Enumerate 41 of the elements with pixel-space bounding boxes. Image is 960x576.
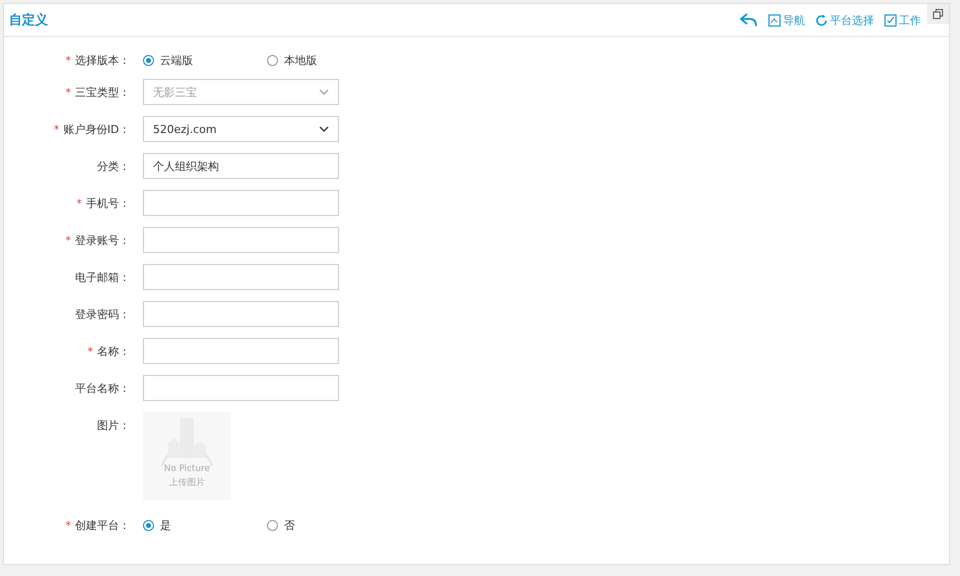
field-label: 手机号： — [86, 196, 130, 210]
field-label: 平台名称： — [75, 382, 130, 394]
required-mark: * — [66, 54, 71, 66]
field-label: 创建平台： — [75, 518, 130, 532]
image-icon — [768, 14, 781, 26]
checkbox-icon — [884, 14, 897, 26]
restore-icon[interactable] — [927, 4, 949, 24]
radio-option[interactable]: 本地版 — [267, 52, 391, 68]
input-field[interactable] — [143, 190, 339, 216]
caret-icon — [319, 89, 329, 95]
no-picture-caption: No Picture — [164, 464, 210, 474]
field-label: 登录密码： — [75, 308, 130, 320]
input-field[interactable] — [143, 338, 339, 364]
input-field[interactable] — [143, 227, 339, 253]
select-field[interactable]: 520ezj.com — [143, 116, 339, 142]
field-label: 三宝类型： — [75, 86, 130, 98]
required-mark: * — [66, 518, 71, 532]
required-mark: * — [88, 344, 93, 358]
upload-hint: 上传图片 — [169, 476, 205, 489]
field-label: 名称： — [97, 344, 130, 358]
field-label: 账户身份ID： — [63, 122, 130, 136]
input-field[interactable]: 个人组织架构 — [143, 153, 339, 179]
input-field[interactable] — [143, 375, 339, 401]
refresh-icon — [815, 14, 828, 26]
required-mark: * — [76, 196, 82, 210]
input-field[interactable] — [143, 301, 339, 327]
required-mark: * — [54, 122, 60, 136]
field-label: 选择版本： — [75, 54, 130, 66]
radio-option[interactable]: 否 — [267, 518, 391, 532]
radio-option[interactable]: 是 — [143, 518, 267, 532]
radio-option[interactable]: 云端版 — [143, 52, 267, 68]
caret-icon — [319, 126, 329, 132]
field-label: 电子邮箱： — [75, 270, 130, 284]
back-icon[interactable] — [740, 13, 758, 27]
field-label: 图片： — [97, 419, 130, 432]
input-field[interactable] — [143, 264, 339, 290]
required-mark: * — [66, 86, 71, 98]
field-label: 登录账号： — [75, 234, 130, 246]
required-mark: * — [66, 234, 71, 246]
panel-title: 自定义 — [9, 12, 48, 29]
field-label: 分类： — [97, 160, 130, 172]
